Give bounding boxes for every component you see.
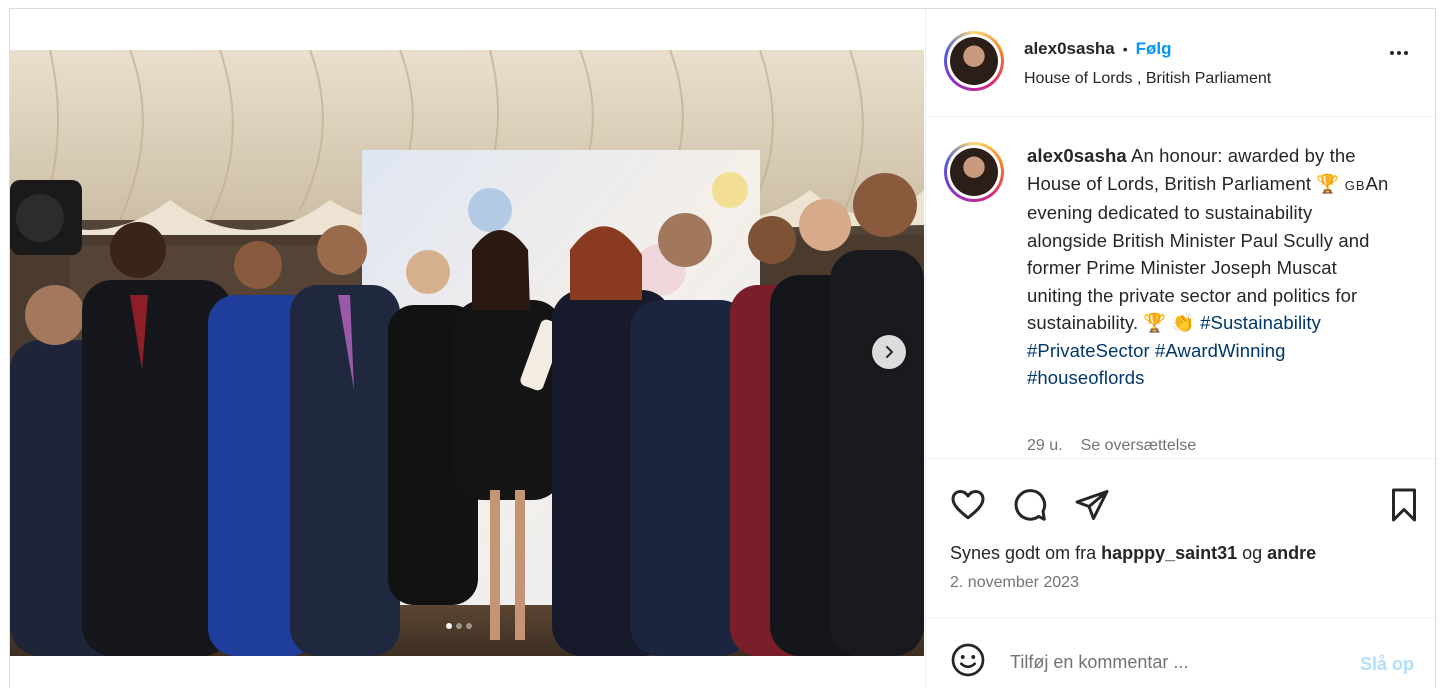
time-ago[interactable]: 29 u.: [1027, 437, 1063, 455]
comment-input[interactable]: [1010, 652, 1330, 673]
more-icon[interactable]: [1390, 51, 1408, 55]
likes-user-link[interactable]: happpy_saint31: [1101, 543, 1237, 563]
post-date[interactable]: 2. november 2023: [950, 574, 1079, 592]
action-bar: [926, 459, 1435, 539]
emoji-icon: [951, 643, 985, 677]
carousel-dot: [466, 623, 472, 629]
share-button[interactable]: [1074, 487, 1110, 528]
comment-bar: Slå op: [926, 617, 1435, 688]
caption-meta: 29 u. Se oversættelse: [1027, 437, 1196, 455]
post-comment-button[interactable]: Slå op: [1360, 654, 1414, 675]
caption-avatar[interactable]: [944, 142, 1004, 202]
comment-icon: [1014, 489, 1047, 521]
caption-username[interactable]: alex0sasha: [1027, 145, 1127, 166]
caption-text: alex0sasha An honour: awarded by the Hou…: [1027, 142, 1397, 392]
avatar[interactable]: [944, 31, 1004, 91]
post-header: alex0sasha • Følg House of Lords , Briti…: [926, 9, 1435, 117]
hashtag-link[interactable]: #PrivateSector: [1027, 340, 1150, 361]
header-separator: •: [1122, 41, 1128, 57]
post-sidebar: alex0sasha • Følg House of Lords , Briti…: [925, 9, 1435, 688]
bookmark-icon: [1392, 488, 1416, 522]
follow-button[interactable]: Følg: [1136, 39, 1172, 59]
carousel-indicator: [446, 623, 472, 629]
post-photo[interactable]: [10, 50, 924, 656]
likes-prefix: Synes godt om fra: [950, 543, 1102, 563]
comment-button[interactable]: [1012, 487, 1048, 528]
hashtag-link[interactable]: #AwardWinning: [1155, 340, 1286, 361]
carousel-dot: [446, 623, 452, 629]
header-username[interactable]: alex0sasha: [1024, 39, 1115, 59]
post-media: [10, 9, 924, 688]
emoji-button[interactable]: [950, 642, 986, 683]
likes-others-link[interactable]: andre: [1267, 543, 1316, 563]
caption-body-2: An evening dedicated to sustainability a…: [1027, 172, 1389, 334]
likes-middle: og: [1237, 543, 1268, 563]
caption-area: alex0sasha An honour: awarded by the Hou…: [926, 117, 1435, 459]
hashtag-link[interactable]: #Sustainability: [1200, 312, 1321, 333]
location-link[interactable]: House of Lords , British Parliament: [1024, 70, 1271, 88]
share-icon: [1075, 490, 1109, 520]
photo-illustration: [10, 50, 924, 656]
translate-link[interactable]: Se oversættelse: [1081, 437, 1197, 455]
save-button[interactable]: [1386, 487, 1422, 528]
hashtag-link[interactable]: #houseoflords: [1027, 367, 1145, 388]
chevron-right-icon: [886, 346, 893, 358]
heart-icon: [951, 490, 985, 520]
carousel-next-button[interactable]: [872, 335, 906, 369]
like-button[interactable]: [950, 487, 986, 528]
gb-flag-icon: GB: [1344, 177, 1366, 193]
carousel-dot: [456, 623, 462, 629]
likes-summary: Synes godt om fra happpy_saint31 og andr…: [950, 543, 1316, 564]
post-card: alex0sasha • Følg House of Lords , Briti…: [9, 8, 1436, 688]
